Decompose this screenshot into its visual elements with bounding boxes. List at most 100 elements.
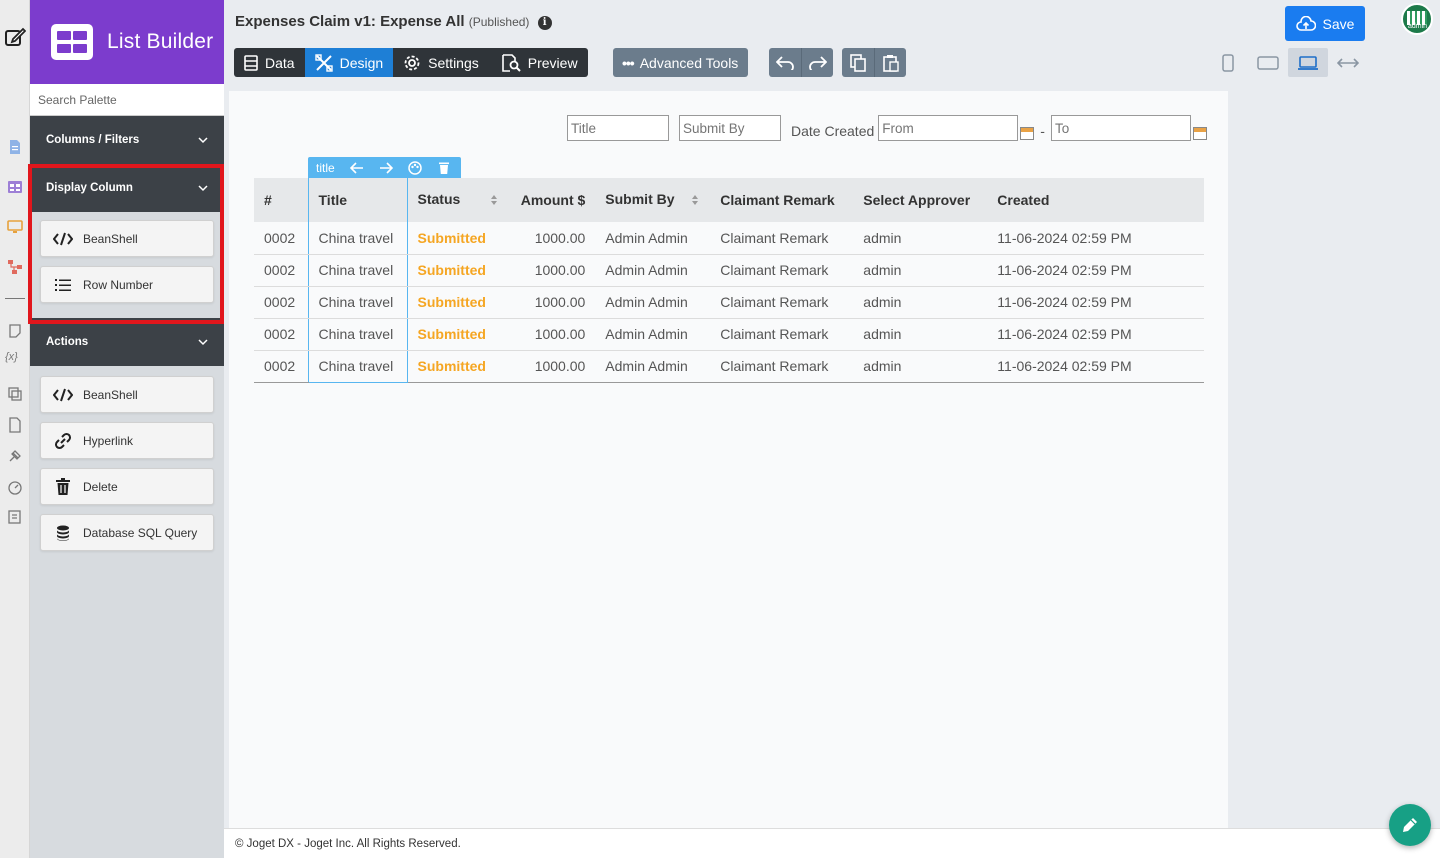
edit-app-icon[interactable] xyxy=(4,26,26,48)
column-toolbar-label: title xyxy=(316,161,335,175)
rail-divider xyxy=(5,298,25,299)
palette-item-row-number[interactable]: Row Number xyxy=(40,266,214,303)
date-created-label: Date Created xyxy=(791,123,875,139)
column-header-select-approver[interactable]: Select Approver xyxy=(853,178,988,222)
info-icon[interactable]: i xyxy=(537,16,552,30)
table-body: 0002 China travel Submitted 1000.00 Admin Ad… xyxy=(254,222,1204,383)
user-avatar[interactable]: admin xyxy=(1401,3,1433,35)
cell-title: China travel xyxy=(307,222,408,255)
file-icon[interactable] xyxy=(7,417,23,433)
cell-status: Submitted xyxy=(407,350,509,383)
mobile-view-button[interactable] xyxy=(1208,48,1248,77)
cell-submit-by: Admin Admin xyxy=(595,318,711,351)
title-filter-input[interactable] xyxy=(567,115,669,141)
list-icon[interactable] xyxy=(7,179,23,195)
cell-select-approver: admin xyxy=(853,222,988,255)
move-right-icon[interactable] xyxy=(372,162,401,174)
cell-select-approver: admin xyxy=(853,350,988,383)
edit-fab-button[interactable] xyxy=(1389,804,1431,846)
table-row: 0002 China travel Submitted 1000.00 Admin Ad… xyxy=(254,286,1204,319)
tab-label: Preview xyxy=(527,54,578,71)
undo-button[interactable] xyxy=(769,48,801,77)
column-header-claimant-remark[interactable]: Claimant Remark xyxy=(710,178,854,222)
calendar-icon[interactable] xyxy=(1192,126,1207,140)
plugin-icon[interactable] xyxy=(7,448,23,464)
variables-icon[interactable]: {x} xyxy=(5,351,27,367)
userview-icon[interactable] xyxy=(7,219,23,235)
section-columns-filters[interactable]: Columns / Filters xyxy=(30,116,224,164)
redo-button[interactable] xyxy=(801,48,833,77)
column-header-number[interactable]: # xyxy=(254,178,308,222)
phone-icon xyxy=(1222,53,1234,72)
logs-icon[interactable] xyxy=(7,509,23,525)
delete-column-icon[interactable] xyxy=(430,161,459,175)
cell-created: 11-06-2024 02:59 PM xyxy=(987,286,1204,319)
palette-item-hyperlink[interactable]: Hyperlink xyxy=(40,422,214,459)
style-palette-icon[interactable] xyxy=(401,161,430,175)
cell-claimant-remark: Claimant Remark xyxy=(710,318,854,351)
save-button[interactable]: Save xyxy=(1285,6,1365,41)
calendar-icon[interactable] xyxy=(1020,126,1035,140)
palette-item-delete[interactable]: Delete xyxy=(40,468,214,505)
laptop-icon xyxy=(1298,55,1318,70)
sort-icon[interactable] xyxy=(691,193,699,209)
tab-data[interactable]: Data xyxy=(234,48,305,77)
section-actions[interactable]: Actions xyxy=(30,318,224,366)
laptop-view-button[interactable] xyxy=(1288,48,1328,77)
properties-icon[interactable] xyxy=(7,323,23,339)
form-icon[interactable] xyxy=(7,139,23,155)
palette-item-beanshell[interactable]: BeanShell xyxy=(40,220,214,257)
search-palette-input[interactable]: Search Palette xyxy=(30,84,224,116)
tab-design[interactable]: Design xyxy=(304,48,394,77)
palette-item-beanshell-action[interactable]: BeanShell xyxy=(40,376,214,413)
filter-bar: Date Created - xyxy=(567,115,1207,141)
section-display-column[interactable]: Display Column xyxy=(30,164,224,212)
cell-submit-by: Admin Admin xyxy=(595,254,711,287)
table-row: 0002 China travel Submitted 1000.00 Admin Ad… xyxy=(254,222,1204,255)
database-icon xyxy=(53,524,73,542)
paste-button[interactable] xyxy=(874,48,906,77)
resources-icon[interactable] xyxy=(7,386,23,402)
palette-item-label: BeanShell xyxy=(83,231,138,246)
column-header-amount[interactable]: Amount $ xyxy=(508,178,596,222)
palette-item-label: Row Number xyxy=(83,277,154,292)
column-header-submit-by[interactable]: Submit By xyxy=(595,178,711,222)
palette-item-database-sql[interactable]: Database SQL Query xyxy=(40,514,214,551)
footer-copyright: © Joget DX - Joget Inc. All Rights Reser… xyxy=(235,838,461,850)
section-label: Columns / Filters xyxy=(46,134,140,146)
publish-status: (Published) xyxy=(468,15,530,29)
cell-status: Submitted xyxy=(407,222,509,255)
tablet-icon xyxy=(1257,55,1279,70)
expand-horizontal-icon xyxy=(1337,57,1359,68)
tab-label: Settings xyxy=(428,54,479,71)
cell-claimant-remark: Claimant Remark xyxy=(710,254,854,287)
tablet-view-button[interactable] xyxy=(1248,48,1288,77)
tab-preview[interactable]: Preview xyxy=(489,48,588,77)
move-left-icon[interactable] xyxy=(343,162,372,174)
code-icon xyxy=(53,230,73,248)
column-header-title[interactable]: Title xyxy=(307,178,408,222)
date-from-input[interactable] xyxy=(878,115,1019,141)
chevron-down-icon xyxy=(198,137,208,144)
advanced-tools-button[interactable]: ••• Advanced Tools xyxy=(613,48,748,77)
copy-icon xyxy=(850,53,866,72)
avatar-label: admin xyxy=(1408,23,1428,30)
performance-icon[interactable] xyxy=(7,479,23,495)
tab-settings[interactable]: Settings xyxy=(393,48,489,77)
column-header-status[interactable]: Status xyxy=(407,178,509,222)
sort-icon[interactable] xyxy=(490,193,498,209)
fullwidth-view-button[interactable] xyxy=(1328,48,1368,77)
submit-by-filter-input[interactable] xyxy=(679,115,781,141)
cell-title: China travel xyxy=(307,254,408,287)
section-label: Actions xyxy=(46,336,89,348)
column-header-label: Status xyxy=(417,191,461,208)
copy-button[interactable] xyxy=(842,48,874,77)
device-preview-switcher xyxy=(1208,48,1368,77)
date-to-input[interactable] xyxy=(1050,115,1191,141)
code-icon xyxy=(53,386,73,404)
chevron-down-icon xyxy=(198,339,208,346)
cloud-upload-icon xyxy=(1295,15,1316,31)
column-header-created[interactable]: Created xyxy=(987,178,1204,222)
process-icon[interactable] xyxy=(7,259,23,275)
chevron-down-icon xyxy=(198,185,208,192)
